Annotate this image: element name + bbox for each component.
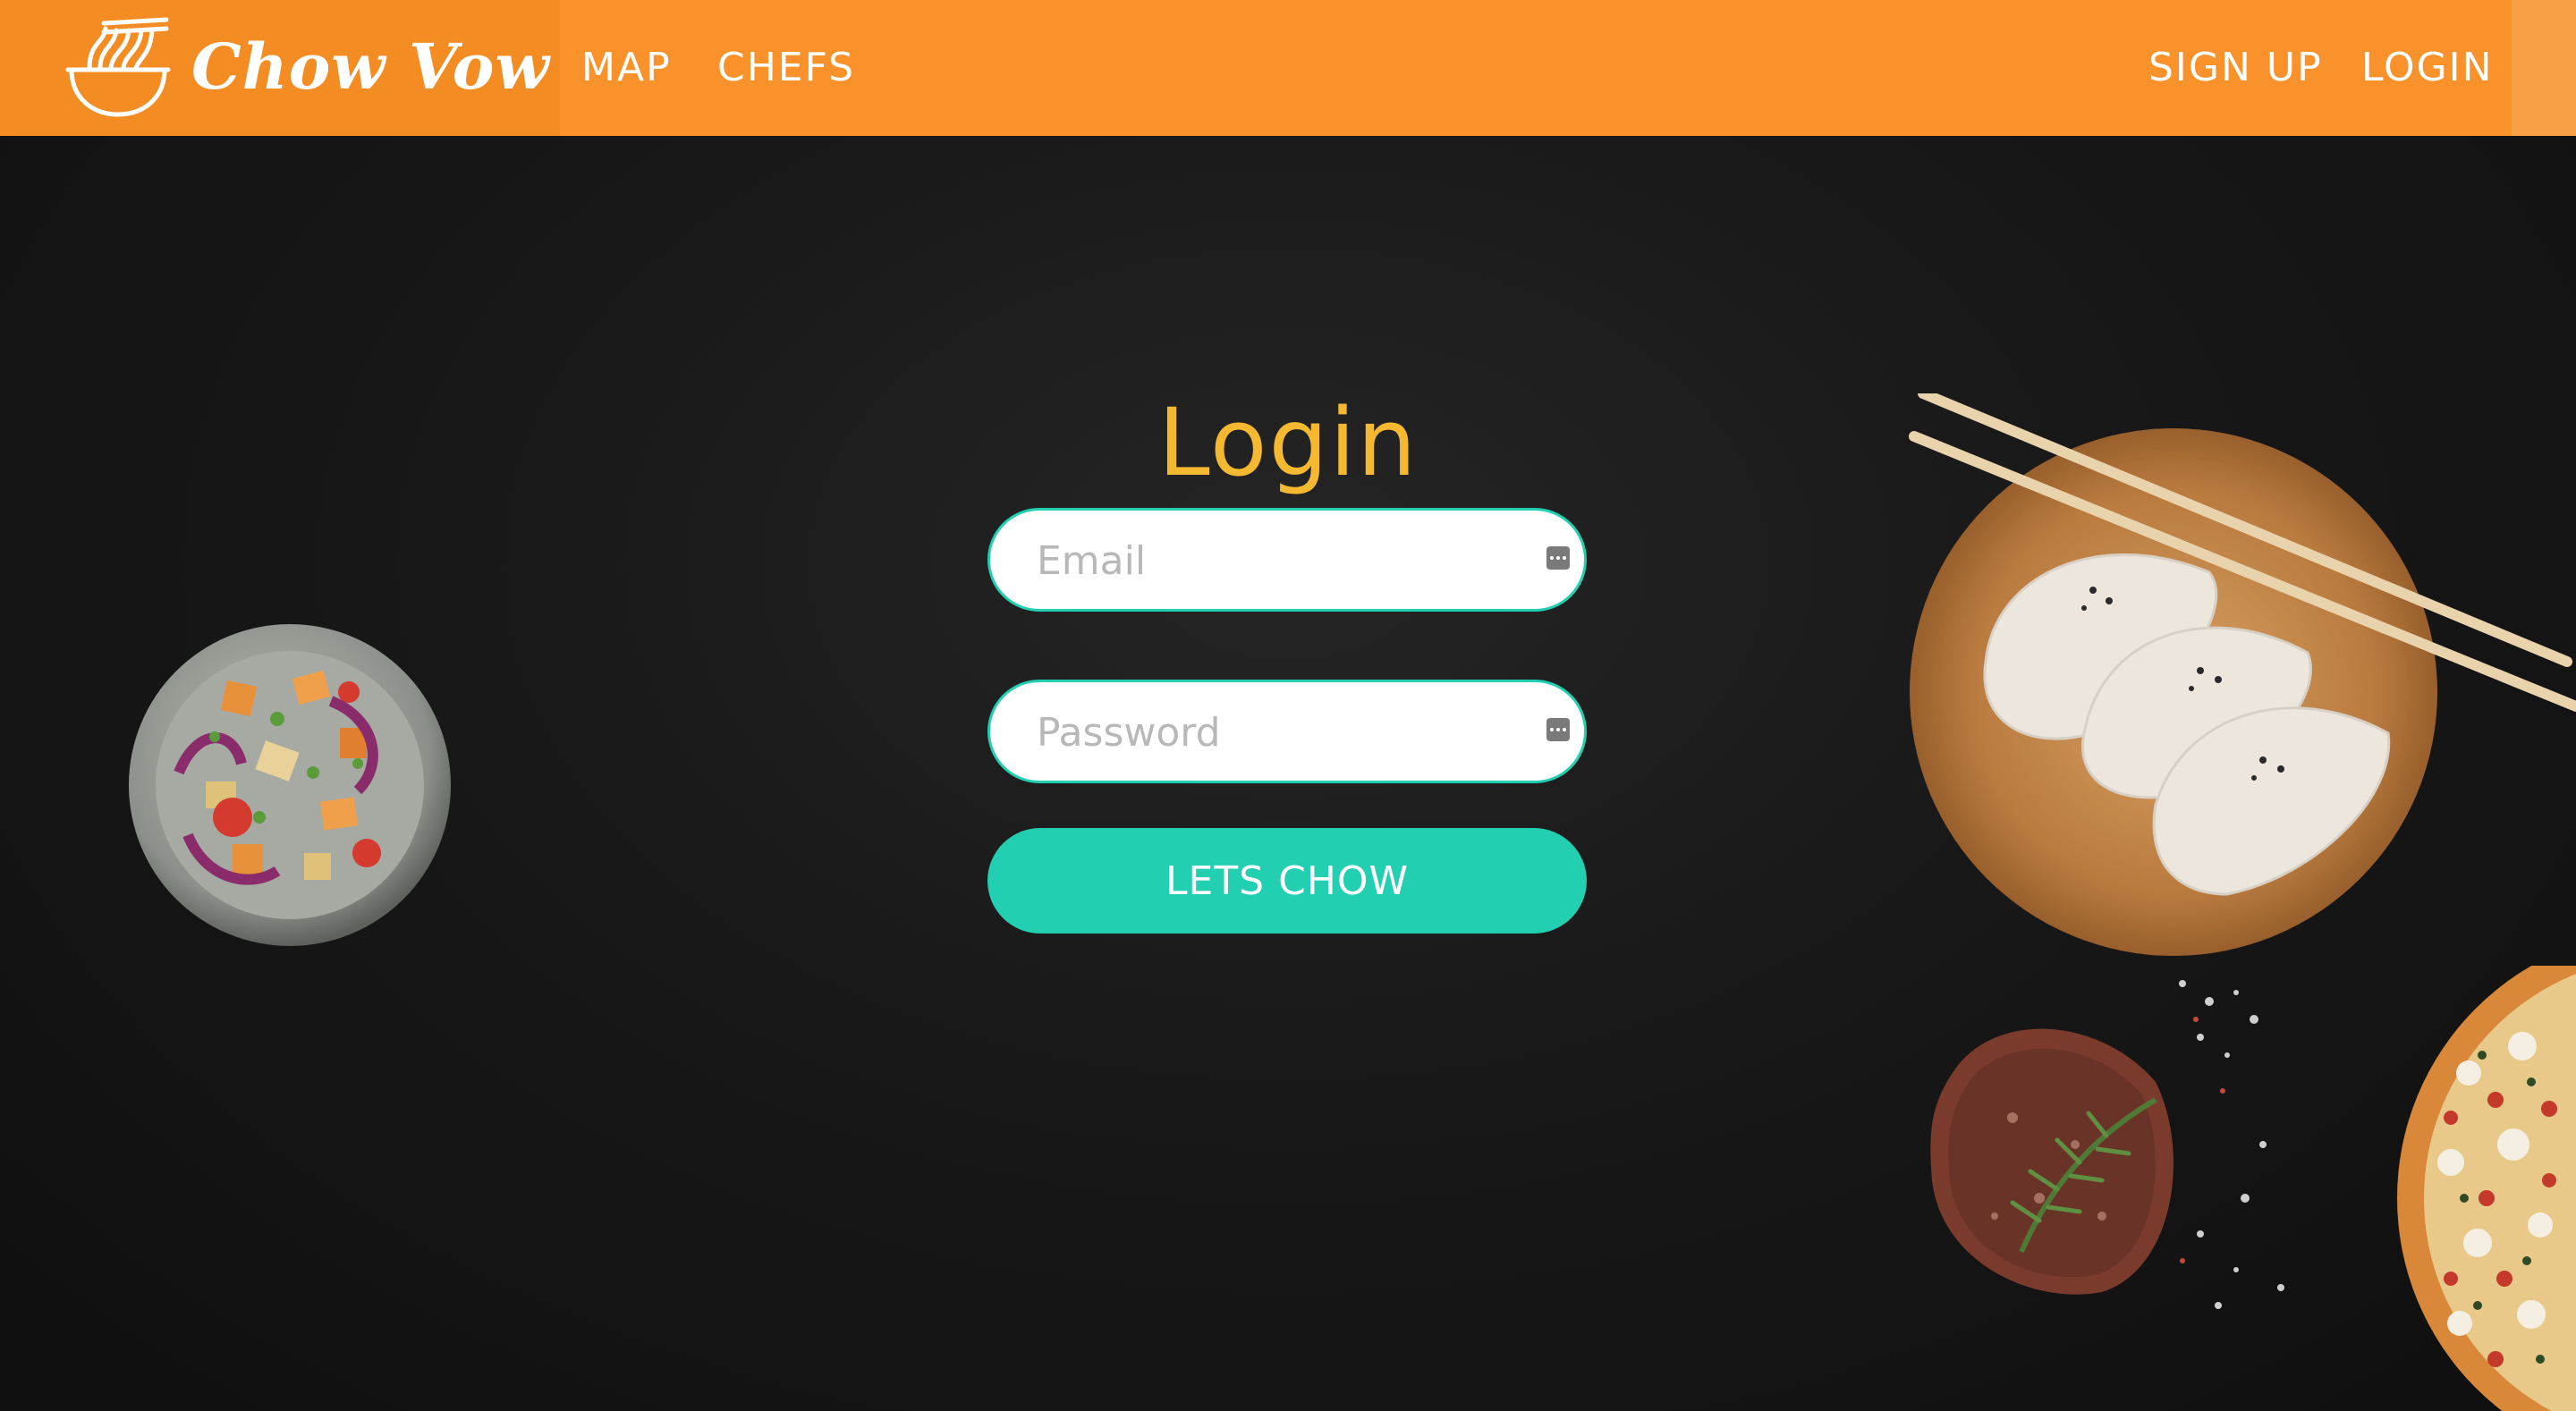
nav-link-chefs[interactable]: CHEFS — [717, 41, 855, 95]
nav-link-signup[interactable]: SIGN UP — [2148, 41, 2323, 95]
dumpling-plate-image — [1909, 393, 2576, 956]
navbar-edge — [2512, 0, 2576, 136]
nav-link-login[interactable]: LOGIN — [2361, 41, 2494, 95]
password-input[interactable] — [1035, 682, 1504, 782]
password-field[interactable] — [987, 680, 1587, 783]
login-title: Login — [1157, 388, 1419, 497]
lets-chow-button[interactable]: LETS CHOW — [987, 828, 1587, 934]
steak-image — [1930, 1028, 2174, 1295]
brand[interactable]: Chow Vow — [0, 0, 560, 136]
navbar: Chow Vow MAP CHEFS SIGN UP LOGIN — [0, 0, 2576, 136]
salad-bowl-image — [129, 624, 451, 946]
email-input[interactable] — [1035, 511, 1504, 611]
email-field[interactable] — [987, 508, 1587, 612]
noodle-bowl-icon — [65, 17, 171, 117]
password-key-icon[interactable] — [1546, 718, 1570, 741]
password-key-icon[interactable] — [1546, 546, 1570, 570]
pizza-image — [2397, 966, 2576, 1411]
nav-link-map[interactable]: MAP — [581, 41, 672, 95]
login-page: Chow Vow MAP CHEFS SIGN UP LOGIN Login L… — [0, 0, 2576, 1411]
brand-name: Chow Vow — [191, 30, 550, 104]
